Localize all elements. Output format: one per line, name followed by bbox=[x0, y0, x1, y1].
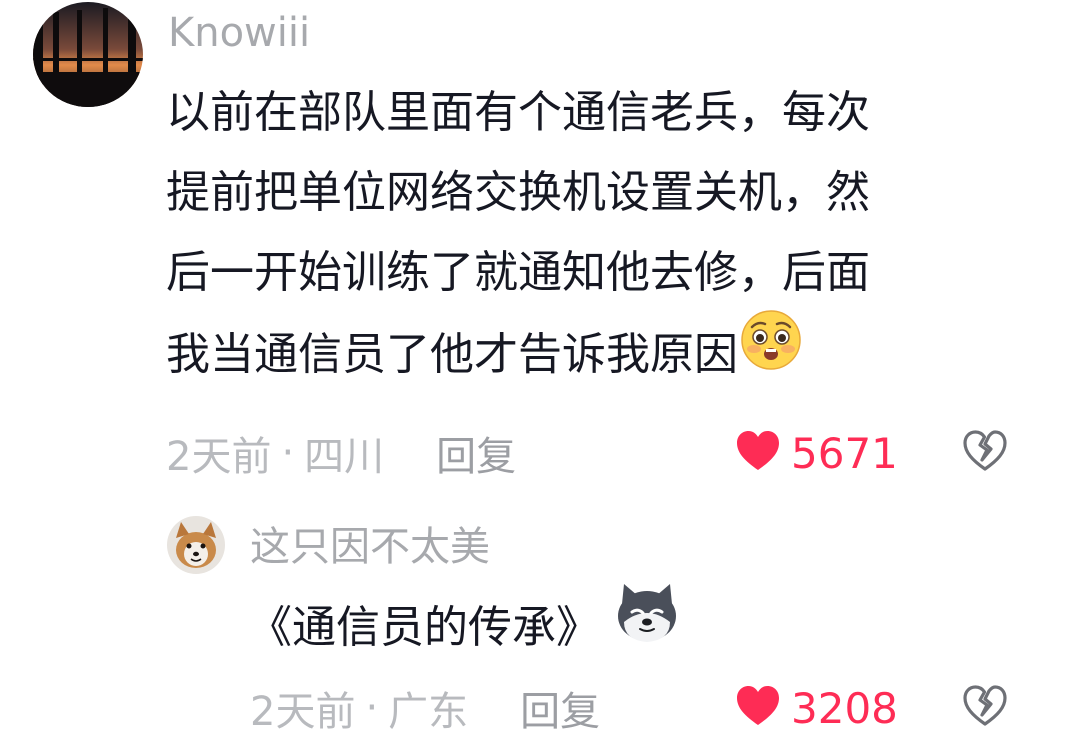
heart-icon bbox=[735, 685, 781, 731]
comment-line: 后一开始训练了就通知他去修，后面 bbox=[166, 247, 870, 298]
comment-dislike-button[interactable] bbox=[962, 430, 1008, 476]
reply-meta: 2天前 · 广东 回复 bbox=[250, 683, 600, 735]
reply-reply-button[interactable]: 回复 bbox=[520, 679, 600, 737]
meta-separator: · bbox=[365, 685, 379, 731]
comment-like-button[interactable]: 5671 bbox=[735, 428, 898, 478]
reply-line-text: 《通信员的传承》 bbox=[248, 602, 600, 653]
commenter-username[interactable]: Knowiii bbox=[168, 13, 310, 53]
comment-line: 以前在部队里面有个通信老兵，每次 bbox=[166, 87, 870, 138]
comment-meta: 2天前 · 四川 回复 bbox=[166, 428, 516, 480]
commenter-avatar[interactable] bbox=[33, 2, 143, 107]
comment-location: 四川 bbox=[304, 434, 385, 480]
meta-separator: · bbox=[281, 430, 295, 476]
reply-line: 《通信员的传承》 bbox=[248, 584, 680, 666]
heart-icon bbox=[735, 430, 781, 476]
reply-like-button[interactable]: 3208 bbox=[735, 683, 898, 733]
replier-avatar[interactable] bbox=[167, 516, 225, 574]
comment-line-last: 我当通信员了他才告诉我原因 bbox=[166, 310, 870, 393]
reply-like-count: 3208 bbox=[791, 683, 898, 733]
comment-line-text: 我当通信员了他才告诉我原因 bbox=[166, 329, 738, 380]
replier-username[interactable]: 这只因不太美 bbox=[250, 527, 490, 567]
reply-dislike-button[interactable] bbox=[962, 685, 1008, 731]
comment-like-count: 5671 bbox=[791, 428, 898, 478]
husky-dog-emoji-icon bbox=[614, 582, 680, 670]
reply-time: 2天前 bbox=[250, 689, 356, 735]
broken-heart-icon bbox=[962, 430, 1008, 476]
comment-time: 2天前 bbox=[166, 434, 272, 480]
reply-location: 广东 bbox=[388, 689, 469, 735]
comment-text: 以前在部队里面有个通信老兵，每次 提前把单位网络交换机设置关机，然 后一开始训练… bbox=[166, 73, 870, 393]
comment-line: 提前把单位网络交换机设置关机，然 bbox=[166, 167, 870, 218]
reply-text: 《通信员的传承》 bbox=[248, 584, 680, 666]
pleading-face-emoji-icon bbox=[740, 309, 802, 397]
broken-heart-icon bbox=[962, 685, 1008, 731]
comment-reply-button[interactable]: 回复 bbox=[436, 424, 516, 482]
